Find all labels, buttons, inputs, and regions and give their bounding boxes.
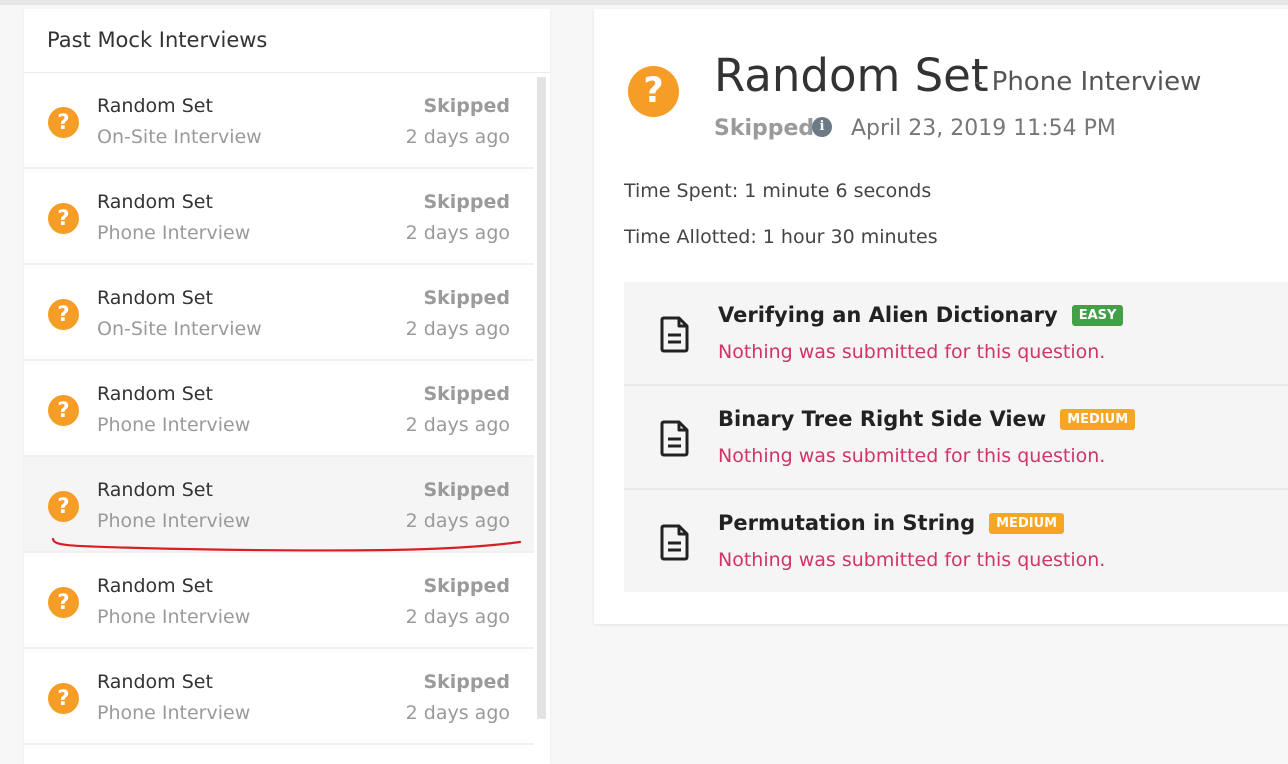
document-icon: [660, 524, 689, 561]
question-mark-icon: ?: [48, 107, 79, 138]
interview-type: Phone Interview: [97, 414, 251, 436]
panel-title: Past Mock Interviews: [24, 9, 550, 73]
interview-time: 2 days ago: [405, 126, 510, 148]
question-mark-icon: ?: [48, 587, 79, 618]
document-icon: [660, 420, 689, 457]
submission-note: Nothing was submitted for this question.: [718, 549, 1106, 571]
question-title[interactable]: Verifying an Alien Dictionary EASY: [718, 303, 1124, 327]
scrollbar[interactable]: [534, 73, 550, 764]
interview-title: Random Set: [97, 95, 213, 117]
interview-detail-panel: ? Random Set - Phone Interview Skipped i…: [594, 9, 1288, 624]
question-mark-icon: ?: [48, 395, 79, 426]
question-list: Verifying an Alien Dictionary EASY Nothin…: [624, 282, 1288, 592]
interview-list-item[interactable]: ? Random Set On-Site Interview Skipped 2…: [24, 265, 534, 361]
interview-type: Phone Interview: [97, 222, 251, 244]
question-title[interactable]: Permutation in String MEDIUM: [718, 511, 1065, 535]
scrollbar-thumb[interactable]: [537, 77, 546, 719]
interview-type: On-Site Interview: [97, 318, 262, 340]
interview-time: 2 days ago: [405, 606, 510, 628]
interview-list: ? Random Set On-Site Interview Skipped 2…: [24, 73, 534, 745]
top-bar: [0, 0, 1288, 5]
past-interviews-panel: Past Mock Interviews ? Random Set On-Sit…: [24, 9, 550, 764]
interview-title: Random Set: [97, 671, 213, 693]
question-title[interactable]: Binary Tree Right Side View MEDIUM: [718, 407, 1136, 431]
difficulty-badge: MEDIUM: [1060, 409, 1136, 430]
detail-date: April 23, 2019 11:54 PM: [851, 116, 1116, 141]
interview-status: Skipped: [423, 575, 510, 597]
interview-title: Random Set: [97, 191, 213, 213]
interview-time: 2 days ago: [405, 318, 510, 340]
difficulty-badge: EASY: [1071, 305, 1124, 326]
interview-list-item[interactable]: ? Random Set Phone Interview Skipped 2 d…: [24, 169, 534, 265]
question-row[interactable]: Verifying an Alien Dictionary EASY Nothin…: [624, 282, 1288, 386]
interview-title: Random Set: [97, 575, 213, 597]
interview-type: On-Site Interview: [97, 126, 262, 148]
interview-status: Skipped: [423, 383, 510, 405]
question-name[interactable]: Binary Tree Right Side View: [718, 407, 1046, 431]
question-mark-icon: ?: [48, 491, 79, 522]
time-spent: Time Spent: 1 minute 6 seconds: [624, 180, 932, 202]
question-mark-icon: ?: [48, 299, 79, 330]
interview-list-item[interactable]: ? Random Set Phone Interview Skipped 2 d…: [24, 649, 534, 745]
question-mark-icon: ?: [48, 203, 79, 234]
submission-note: Nothing was submitted for this question.: [718, 445, 1106, 467]
question-name[interactable]: Permutation in String: [718, 511, 975, 535]
question-mark-icon: ?: [48, 683, 79, 714]
interview-time: 2 days ago: [405, 702, 510, 724]
interview-time: 2 days ago: [405, 222, 510, 244]
info-icon[interactable]: i: [812, 117, 832, 137]
question-mark-icon: ?: [628, 66, 679, 117]
document-icon: [660, 316, 689, 353]
detail-status: Skipped: [714, 116, 815, 141]
interview-list-item[interactable]: ? Random Set On-Site Interview Skipped 2…: [24, 73, 534, 169]
interview-title: Random Set: [97, 287, 213, 309]
interview-title: Random Set: [97, 383, 213, 405]
submission-note: Nothing was submitted for this question.: [718, 341, 1106, 363]
interview-status: Skipped: [423, 95, 510, 117]
interview-status: Skipped: [423, 479, 510, 501]
interview-list-item[interactable]: ? Random Set Phone Interview Skipped 2 d…: [24, 361, 534, 457]
difficulty-badge: MEDIUM: [989, 513, 1065, 534]
detail-title: Random Set: [714, 49, 989, 102]
interview-title: Random Set: [97, 479, 213, 501]
interview-type: Phone Interview: [97, 510, 251, 532]
time-allotted: Time Allotted: 1 hour 30 minutes: [624, 226, 938, 248]
interview-list-item-selected[interactable]: ? Random Set Phone Interview Skipped 2 d…: [24, 457, 534, 553]
interview-status: Skipped: [423, 287, 510, 309]
interview-type: Phone Interview: [97, 702, 251, 724]
interview-time: 2 days ago: [405, 510, 510, 532]
question-row[interactable]: Binary Tree Right Side View MEDIUM Nothin…: [624, 386, 1288, 490]
interview-status: Skipped: [423, 671, 510, 693]
interview-status: Skipped: [423, 191, 510, 213]
question-name[interactable]: Verifying an Alien Dictionary: [718, 303, 1058, 327]
question-row[interactable]: Permutation in String MEDIUM Nothing was …: [624, 490, 1288, 592]
detail-subtitle: - Phone Interview: [974, 67, 1202, 97]
interview-time: 2 days ago: [405, 414, 510, 436]
interview-type: Phone Interview: [97, 606, 251, 628]
interview-list-item[interactable]: ? Random Set Phone Interview Skipped 2 d…: [24, 553, 534, 649]
